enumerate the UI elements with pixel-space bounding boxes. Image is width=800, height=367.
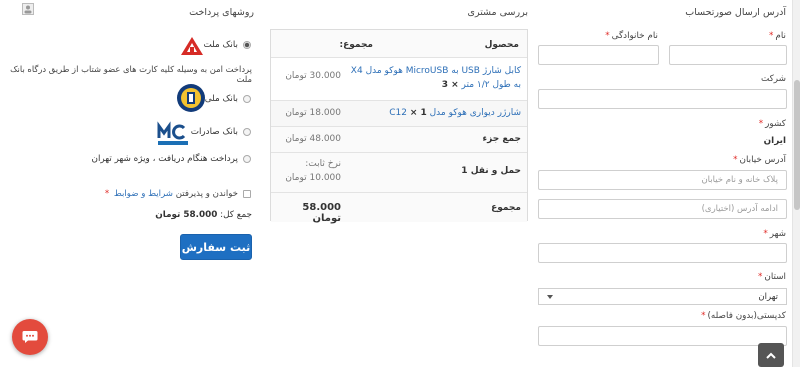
first-name-label: نام* xyxy=(769,31,786,41)
shipping-value: 10.000 تومان xyxy=(285,173,341,183)
chat-icon xyxy=(22,331,38,343)
street2-input[interactable]: ادامه آدرس (اختیاری) xyxy=(538,199,787,219)
review-title: بررسی مشتری xyxy=(467,7,528,18)
payment-radio-mellat[interactable] xyxy=(243,41,251,49)
country-label: کشور* xyxy=(758,119,786,129)
street-label: آدرس خیابان* xyxy=(733,155,786,165)
item-price: 18.000 تومان xyxy=(285,108,341,118)
payment-radio-cod[interactable] xyxy=(243,155,251,163)
billing-title: آدرس ارسال صورتحساب xyxy=(685,7,786,18)
subtotal-label: جمع جزء xyxy=(482,134,522,144)
item-name[interactable]: کابل شارژ USB به MicroUSB هوکو مدل X4 به… xyxy=(345,64,521,92)
col-total-header: مجموع: xyxy=(339,40,373,50)
scrollbar[interactable] xyxy=(792,0,800,367)
shipping-row: حمل و نقل 1 نرخ ثابت: 10.000 تومان xyxy=(271,152,527,192)
payment-title: روشهای پرداخت xyxy=(189,7,254,18)
payment-label-saderat[interactable]: بانک صادرات xyxy=(190,127,238,137)
total-value: 58.000 تومان xyxy=(302,202,341,224)
terms-checkbox[interactable] xyxy=(243,190,251,198)
postcode-label: کدپستی(بدون فاصله)* xyxy=(701,311,786,321)
shipping-label: حمل و نقل 1 xyxy=(461,166,521,176)
mellat-logo-icon xyxy=(180,36,204,56)
subtotal-value: 48.000 تومان xyxy=(285,134,341,144)
postcode-input[interactable] xyxy=(538,326,787,346)
item-price: 30.000 تومان xyxy=(285,71,341,81)
saderat-logo-icon xyxy=(156,120,190,146)
table-row: کابل شارژ USB به MicroUSB هوکو مدل X4 به… xyxy=(271,57,527,100)
chevron-up-icon xyxy=(766,352,776,359)
mellat-description: پرداخت امن به وسیله کلیه کارت های عضو شت… xyxy=(10,64,252,84)
order-review-table: محصول مجموع: کابل شارژ USB به MicroUSB ه… xyxy=(270,29,528,224)
shipping-rate-label: نرخ ثابت: xyxy=(305,159,341,169)
city-label: شهر* xyxy=(763,229,786,239)
scrollbar-thumb[interactable] xyxy=(794,80,800,210)
last-name-label: نام خانوادگی* xyxy=(605,31,658,41)
state-select[interactable]: تهران xyxy=(538,288,787,305)
user-avatar[interactable] xyxy=(22,3,34,15)
melli-logo-icon xyxy=(176,83,206,113)
user-icon xyxy=(24,5,32,14)
last-name-input[interactable] xyxy=(538,45,659,65)
grand-total-label: جمع کل: xyxy=(220,210,252,220)
total-row: مجموع 58.000 تومان xyxy=(271,192,527,224)
payment-radio-melli[interactable] xyxy=(243,95,251,103)
terms-label: خواندن و پذیرفتن شرایط و ضوابط * xyxy=(104,189,238,199)
subtotal-row: جمع جزء 48.000 تومان xyxy=(271,126,527,152)
city-input[interactable] xyxy=(538,243,787,263)
street-input[interactable]: پلاک خانه و نام خیابان xyxy=(538,170,787,190)
col-product-header: محصول xyxy=(484,40,519,50)
back-to-top-button[interactable] xyxy=(758,343,784,367)
grand-total-value: 58.000 تومان xyxy=(155,210,218,220)
total-label: مجموع xyxy=(491,203,521,213)
table-row: شارژر دیواری هوکو مدل C12 × 1 18.000 توم… xyxy=(271,100,527,126)
place-order-button[interactable]: ثبت سفارش xyxy=(180,234,252,260)
state-label: استان* xyxy=(757,272,786,282)
company-input[interactable] xyxy=(538,89,787,109)
grand-total: جمع کل: 58.000 تومان xyxy=(130,210,252,220)
company-label: شرکت xyxy=(760,74,786,84)
chat-button[interactable] xyxy=(12,319,48,355)
payment-radio-saderat[interactable] xyxy=(243,128,251,136)
chevron-down-icon xyxy=(547,294,553,299)
payment-label-cod[interactable]: پرداخت هنگام دریافت ، ویژه شهر تهران xyxy=(70,154,238,164)
country-value: ایران xyxy=(763,136,786,146)
item-name[interactable]: شارژر دیواری هوکو مدل C12 × 1 xyxy=(345,108,521,118)
first-name-input[interactable] xyxy=(669,45,787,65)
terms-link[interactable]: شرایط و ضوابط xyxy=(114,189,173,199)
